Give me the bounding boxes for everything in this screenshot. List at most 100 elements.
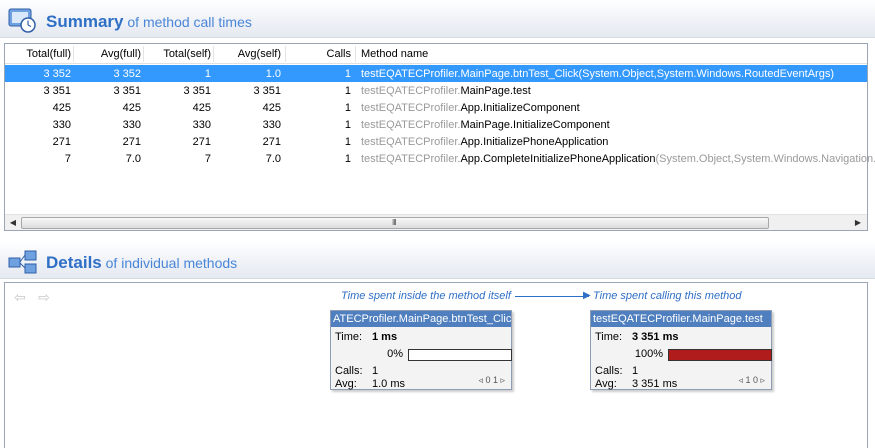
details-hierarchy-icon (8, 250, 37, 274)
card-title: ATECProfiler.MainPage.btnTest_Click (331, 311, 511, 327)
scroll-thumb[interactable]: III (21, 217, 769, 229)
card-pager[interactable]: ◃ 1 0 ▹ (738, 375, 765, 386)
avg-self-cell: 425 (262, 102, 281, 114)
caption-arrow-icon: ▶ (583, 290, 591, 301)
avg-full-cell: 3 351 (113, 85, 141, 97)
avg-label: Avg: (595, 378, 617, 390)
caption-calling-method: Time spent calling this method (593, 290, 742, 302)
total-full-cell: 330 (52, 119, 71, 131)
percent-label: 100% (634, 348, 663, 360)
avg-self-cell: 3 351 (253, 85, 281, 97)
method-namespace: testEQATECProfiler. (361, 85, 461, 97)
calls-cell: 1 (344, 102, 351, 114)
avg-full-cell: 7.0 (125, 153, 141, 165)
method-name-cell: testEQATECProfiler.MainPage.btnTest_Clic… (361, 65, 834, 83)
forward-arrow-icon[interactable]: ⇨ (35, 289, 53, 305)
table-row[interactable]: 3 352 3 352 1 1.0 1 testEQATECProfiler.MainPa… (5, 65, 867, 82)
time-value: 3 351 ms (632, 331, 679, 343)
time-label: Time: (595, 331, 623, 343)
method-name: App.InitializeComponent (460, 102, 580, 114)
calls-cell: 1 (344, 153, 351, 165)
details-panel: ⇦ ⇨ Time spent inside the method itself … (4, 282, 868, 448)
time-value: 1 ms (372, 331, 398, 343)
back-arrow-icon[interactable]: ⇦ (11, 289, 29, 305)
method-args: (System.Object,System.Windows.Navigation… (655, 153, 875, 165)
method-name-cell: testEQATECProfiler.App.InitializePhoneAp… (361, 133, 608, 151)
time-label: Time: (335, 331, 363, 343)
method-namespace: testEQATECProfiler. (361, 68, 461, 80)
summary-header: Summary of method call times (0, 0, 875, 38)
total-self-cell: 3 351 (183, 85, 211, 97)
avg-value: 3 351 ms (632, 378, 678, 390)
method-name: App.InitializePhoneApplication (460, 136, 609, 148)
method-name-cell: testEQATECProfiler.App.InitializeCompone… (361, 99, 580, 117)
total-self-cell: 7 (204, 153, 211, 165)
method-namespace: testEQATECProfiler. (361, 153, 461, 165)
col-total-full[interactable]: Total(full) (5, 44, 71, 64)
percent-bar (668, 349, 772, 361)
avg-value: 1.0 ms (372, 378, 406, 390)
total-self-cell: 330 (192, 119, 211, 131)
table-row[interactable]: 7 7.0 7 7.0 1 testEQATECProfiler.App.Complete… (5, 150, 875, 167)
method-card-self[interactable]: ATECProfiler.MainPage.btnTest_Click Time… (330, 310, 512, 390)
method-name-cell: testEQATECProfiler.App.CompleteInitializ… (361, 150, 875, 168)
grid-header: Total(full) Avg(full) Total(self) Avg(se… (5, 44, 867, 64)
total-self-cell: 425 (192, 102, 211, 114)
total-full-cell: 3 352 (43, 68, 71, 80)
method-name-cell: testEQATECProfiler.MainPage.InitializeCo… (361, 116, 610, 134)
scroll-right-icon[interactable]: ▶ (851, 216, 865, 230)
method-name-cell: testEQATECProfiler.MainPage.test (361, 82, 531, 100)
scroll-grip: III (392, 218, 397, 227)
calls-cell: 1 (344, 119, 351, 131)
summary-grid[interactable]: Total(full) Avg(full) Total(self) Avg(se… (4, 43, 875, 231)
col-avg-full[interactable]: Avg(full) (71, 44, 141, 64)
caption-inside-method: Time spent inside the method itself (341, 290, 511, 302)
horizontal-scrollbar[interactable]: ◀ III ▶ (5, 214, 867, 230)
col-method-name[interactable]: Method name (361, 44, 428, 64)
card-pager[interactable]: ◃ 0 1 ▹ (478, 375, 505, 386)
card-title: testEQATECProfiler.MainPage.test (591, 311, 771, 327)
col-avg-self[interactable]: Avg(self) (211, 44, 281, 64)
avg-full-cell: 271 (122, 136, 141, 148)
method-namespace: testEQATECProfiler. (361, 136, 461, 148)
avg-self-cell: 1.0 (265, 68, 281, 80)
method-args: (System.Object,System.Windows.RoutedEven… (578, 68, 834, 80)
details-title: Details of individual methods (46, 253, 238, 272)
percent-bar (408, 349, 512, 361)
table-row[interactable]: 271 271 271 271 1 testEQATECProfiler.App.Init… (5, 133, 867, 150)
method-name: MainPage.test (460, 85, 531, 97)
avg-full-cell: 3 352 (113, 68, 141, 80)
total-self-cell: 271 (192, 136, 211, 148)
avg-label: Avg: (335, 378, 357, 390)
table-row[interactable]: 330 330 330 330 1 testEQATECProfiler.MainPage… (5, 116, 867, 133)
avg-self-cell: 271 (262, 136, 281, 148)
summary-clock-icon (8, 8, 36, 33)
total-full-cell: 271 (52, 136, 71, 148)
calls-value: 1 (372, 365, 379, 377)
calls-label: Calls: (335, 365, 363, 377)
table-row[interactable]: 3 351 3 351 3 351 3 351 1 testEQATECProfiler.… (5, 82, 867, 99)
calls-value: 1 (632, 365, 639, 377)
percent-bar-fill (669, 350, 771, 360)
scroll-left-icon[interactable]: ◀ (6, 216, 20, 230)
avg-full-cell: 330 (122, 119, 141, 131)
method-name: MainPage.btnTest_Click (460, 68, 579, 80)
method-namespace: testEQATECProfiler. (361, 102, 461, 114)
table-row[interactable]: 425 425 425 425 1 testEQATECProfiler.App.Init… (5, 99, 867, 116)
method-name: MainPage.InitializeComponent (460, 119, 610, 131)
calls-cell: 1 (344, 136, 351, 148)
percent-label: 0% (387, 348, 403, 360)
method-card-callee[interactable]: testEQATECProfiler.MainPage.test Time: 3 … (590, 310, 772, 390)
details-header: Details of individual methods (0, 241, 875, 279)
total-self-cell: 1 (204, 68, 211, 80)
summary-title: Summary of method call times (46, 12, 252, 31)
method-namespace: testEQATECProfiler. (361, 119, 461, 131)
col-total-self[interactable]: Total(self) (141, 44, 211, 64)
avg-full-cell: 425 (122, 102, 141, 114)
col-calls[interactable]: Calls (281, 44, 351, 64)
total-full-cell: 3 351 (43, 85, 71, 97)
avg-self-cell: 7.0 (265, 153, 281, 165)
calls-cell: 1 (344, 68, 351, 80)
caption-arrow-line (515, 296, 589, 297)
calls-label: Calls: (595, 365, 623, 377)
